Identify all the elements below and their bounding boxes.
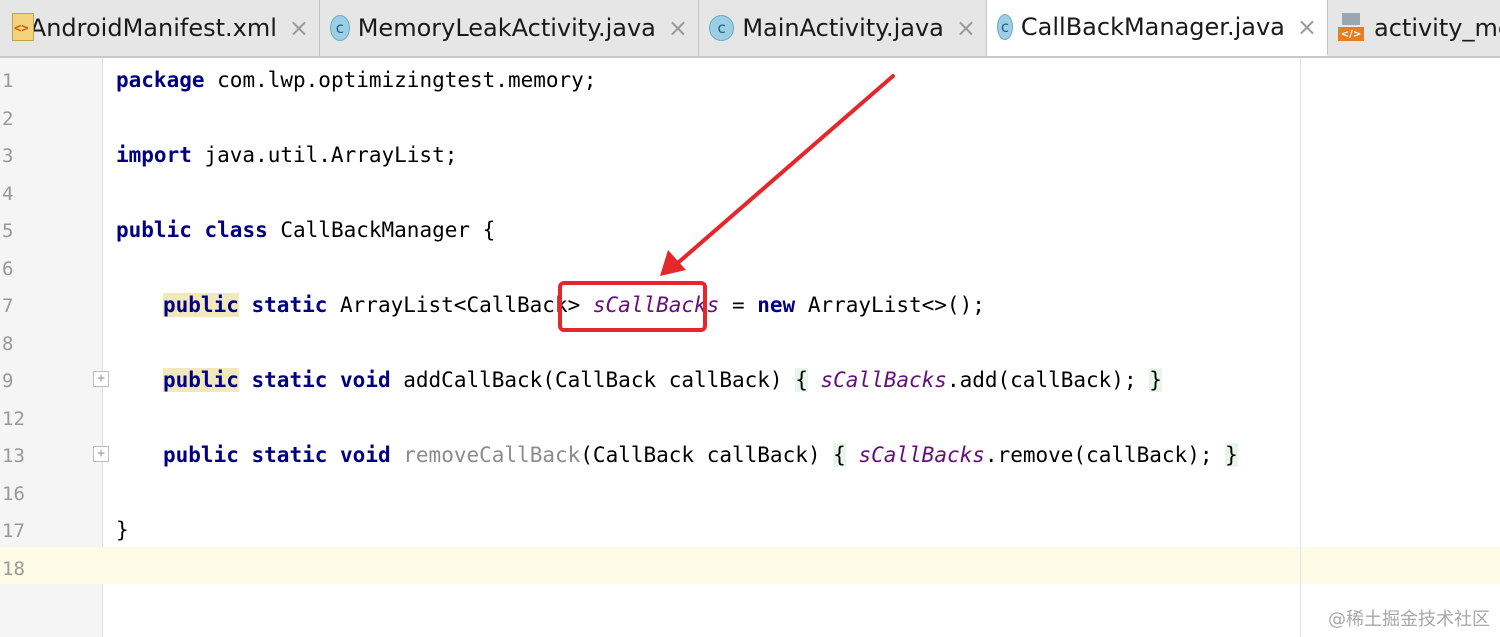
close-icon[interactable]: ×: [668, 14, 688, 42]
line-number: 9: [2, 370, 14, 392]
code-line-package: package com.lwp.optimizingtest.memory;: [116, 67, 596, 93]
code-line-import: import java.util.ArrayList;: [116, 142, 457, 168]
code-text: ArrayList<CallBack>: [327, 293, 593, 317]
line-number: 6: [2, 258, 14, 280]
close-icon[interactable]: ×: [956, 14, 976, 42]
field-scallbacks: sCallBacks: [820, 368, 947, 392]
folded-brace-close[interactable]: }: [1225, 443, 1238, 467]
field-scallbacks: sCallBacks: [858, 443, 985, 467]
unused-method-name: removeCallBack: [403, 443, 581, 467]
keyword: static: [251, 368, 328, 392]
code-text: }: [116, 518, 129, 542]
code-text: CallBackManager {: [267, 218, 496, 242]
line-number: 1: [2, 70, 14, 92]
code-text: addCallBack(CallBack callBack): [390, 368, 796, 392]
current-line-highlight: [0, 547, 1500, 584]
keyword: public: [163, 368, 239, 392]
code-text: (CallBack callBack): [580, 443, 834, 467]
tab-callbackmanager[interactable]: c CallBackManager.java ×: [987, 0, 1328, 56]
line-number: 2: [2, 108, 14, 130]
line-number: 13: [2, 445, 25, 467]
folded-brace-close[interactable]: }: [1149, 368, 1162, 392]
tab-label: AndroidManifest.xml: [29, 14, 277, 42]
annotation-highlight-box: [558, 281, 707, 332]
right-margin-guide: [1300, 58, 1301, 637]
layout-file-icon: </>: [1338, 13, 1366, 43]
keyword: package: [116, 68, 205, 92]
keyword: new: [757, 293, 796, 317]
line-number: 8: [2, 333, 14, 355]
class-c-icon: c: [997, 14, 1013, 40]
code-text: =: [719, 293, 758, 317]
class-c-icon: c: [330, 15, 350, 41]
tab-label: MainActivity.java: [742, 14, 944, 42]
keyword: static: [251, 293, 328, 317]
folded-brace-open[interactable]: {: [795, 368, 808, 392]
line-number: 5: [2, 220, 14, 242]
tab-mainactivity[interactable]: c MainActivity.java ×: [699, 0, 987, 56]
tab-label: CallBackManager.java: [1020, 13, 1285, 41]
tab-memoryleakactivity[interactable]: c MemoryLeakActivity.java ×: [320, 0, 699, 56]
code-text: com.lwp.optimizingtest.memory;: [204, 68, 597, 92]
folded-brace-open[interactable]: {: [833, 443, 846, 467]
class-c-icon: c: [709, 15, 735, 41]
fold-expand-icon[interactable]: +: [93, 446, 109, 462]
code-line-class-declaration: public class CallBackManager {: [116, 217, 495, 243]
watermark: @稀土掘金技术社区: [1328, 609, 1490, 630]
keyword: class: [204, 218, 268, 242]
line-number: 3: [2, 145, 14, 167]
xml-file-icon: <>: [10, 13, 34, 43]
keyword: public: [163, 443, 239, 467]
code-text: .add(callBack);: [946, 368, 1137, 392]
keyword: static: [251, 443, 328, 467]
close-icon[interactable]: ×: [1297, 13, 1317, 41]
fold-expand-icon[interactable]: +: [93, 371, 109, 387]
code-line-add-callback: public static void addCallBack(CallBack …: [163, 367, 1162, 393]
code-text: java.util.ArrayList;: [191, 143, 458, 167]
tab-label: activity_me: [1374, 14, 1500, 42]
editor-tab-bar: <> AndroidManifest.xml × c MemoryLeakAct…: [0, 0, 1500, 58]
code-line-remove-callback: public static void removeCallBack(CallBa…: [163, 442, 1238, 468]
code-text: .remove(callBack);: [984, 443, 1213, 467]
line-number: 7: [2, 295, 14, 317]
tab-activity-layout[interactable]: </> activity_me: [1328, 0, 1500, 56]
keyword: void: [340, 368, 391, 392]
code-line-class-end: }: [116, 517, 129, 543]
keyword: public: [163, 293, 239, 317]
tab-androidmanifest[interactable]: <> AndroidManifest.xml ×: [0, 0, 320, 56]
line-number: 16: [2, 483, 25, 505]
line-number: 4: [2, 183, 14, 205]
line-number: 18: [2, 558, 25, 580]
keyword: public: [116, 218, 192, 242]
code-text: ArrayList<>();: [795, 293, 985, 317]
tab-label: MemoryLeakActivity.java: [357, 14, 656, 42]
keyword: void: [340, 443, 391, 467]
keyword: import: [116, 143, 192, 167]
close-icon[interactable]: ×: [289, 14, 309, 42]
line-number: 12: [2, 408, 25, 430]
line-number: 17: [2, 520, 25, 542]
